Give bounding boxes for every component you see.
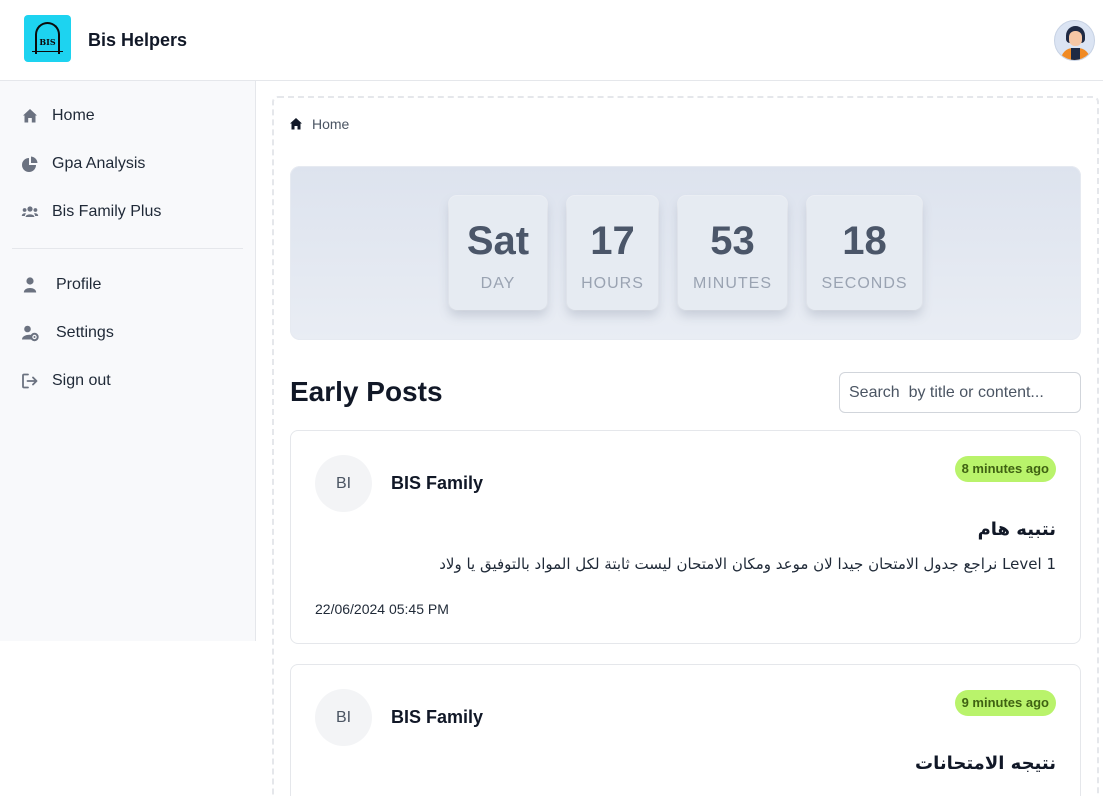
sidebar-item-label: Bis Family Plus	[52, 203, 162, 220]
post-body: Level 1 نراجع جدول الامتحان جيدا لان موع…	[439, 555, 1056, 573]
countdown-unit: SECONDS	[821, 275, 908, 292]
sidebar-item-label: Gpa Analysis	[52, 155, 146, 172]
post-author: BIS Family	[391, 707, 484, 727]
sidebar-item-label: Profile	[56, 276, 102, 293]
countdown-value: Sat	[466, 219, 530, 263]
app-logo[interactable]: BIS	[24, 15, 71, 62]
post-date: 22/06/2024 05:45 PM	[315, 601, 449, 617]
countdown-hours: 17 HOURS	[567, 196, 658, 310]
sidebar-item-profile[interactable]: Profile	[0, 267, 255, 303]
countdown-value: 53	[710, 219, 755, 263]
post-title: نتبيه هام	[977, 519, 1056, 540]
sidebar-item-label: Home	[52, 107, 95, 124]
post-card[interactable]: BI BIS Family 9 minutes ago نتيجه الامتح…	[290, 664, 1081, 796]
top-bar: BIS Bis Helpers	[0, 0, 1103, 81]
avatar-shirt	[1071, 48, 1080, 60]
post-avatar: BI	[315, 455, 372, 512]
user-avatar[interactable]	[1054, 20, 1095, 61]
time-ago-badge: 8 minutes ago	[954, 456, 1056, 482]
countdown-minutes: 53 MINUTES	[678, 196, 787, 310]
sidebar-item-label: Settings	[56, 324, 114, 341]
sidebar-divider	[12, 248, 243, 249]
app-title[interactable]: Bis Helpers	[88, 30, 187, 51]
countdown-seconds: 18 SECONDS	[807, 196, 922, 310]
search-input[interactable]	[839, 372, 1081, 413]
post-card[interactable]: BI BIS Family 8 minutes ago نتبيه هام Le…	[290, 430, 1081, 644]
user-gear-icon	[22, 325, 39, 342]
countdown-value: 18	[842, 219, 887, 263]
user-icon	[23, 277, 37, 293]
post-avatar: BI	[315, 689, 372, 746]
sidebar-item-sign-out[interactable]: Sign out	[0, 363, 255, 399]
pie-chart-icon	[22, 156, 38, 172]
countdown-unit: HOURS	[581, 275, 644, 292]
home-icon	[290, 118, 302, 130]
sidebar-item-bis-family-plus[interactable]: Bis Family Plus	[0, 194, 255, 230]
section-title: Early Posts	[290, 376, 443, 407]
countdown-day: Sat DAY	[449, 196, 547, 310]
countdown-unit: MINUTES	[693, 275, 772, 292]
home-icon	[23, 109, 37, 123]
breadcrumb-label[interactable]: Home	[312, 116, 349, 132]
logo-text: BIS	[39, 37, 56, 47]
countdown-unit: DAY	[480, 275, 516, 292]
countdown-value: 17	[590, 219, 635, 263]
sidebar-item-settings[interactable]: Settings	[0, 315, 255, 351]
sidebar-item-label: Sign out	[52, 372, 111, 389]
logo-underline	[32, 51, 63, 52]
sidebar-item-home[interactable]: Home	[0, 98, 255, 134]
users-icon	[21, 206, 39, 217]
sidebar-item-gpa-analysis[interactable]: Gpa Analysis	[0, 146, 255, 182]
avatar-face	[1069, 31, 1082, 46]
post-title: نتيجه الامتحانات	[914, 753, 1056, 774]
sidebar: Home Gpa Analysis Bis Family Plus Profil…	[0, 81, 256, 641]
post-author: BIS Family	[391, 473, 484, 493]
time-ago-badge: 9 minutes ago	[954, 690, 1056, 716]
sign-out-icon	[22, 373, 38, 389]
